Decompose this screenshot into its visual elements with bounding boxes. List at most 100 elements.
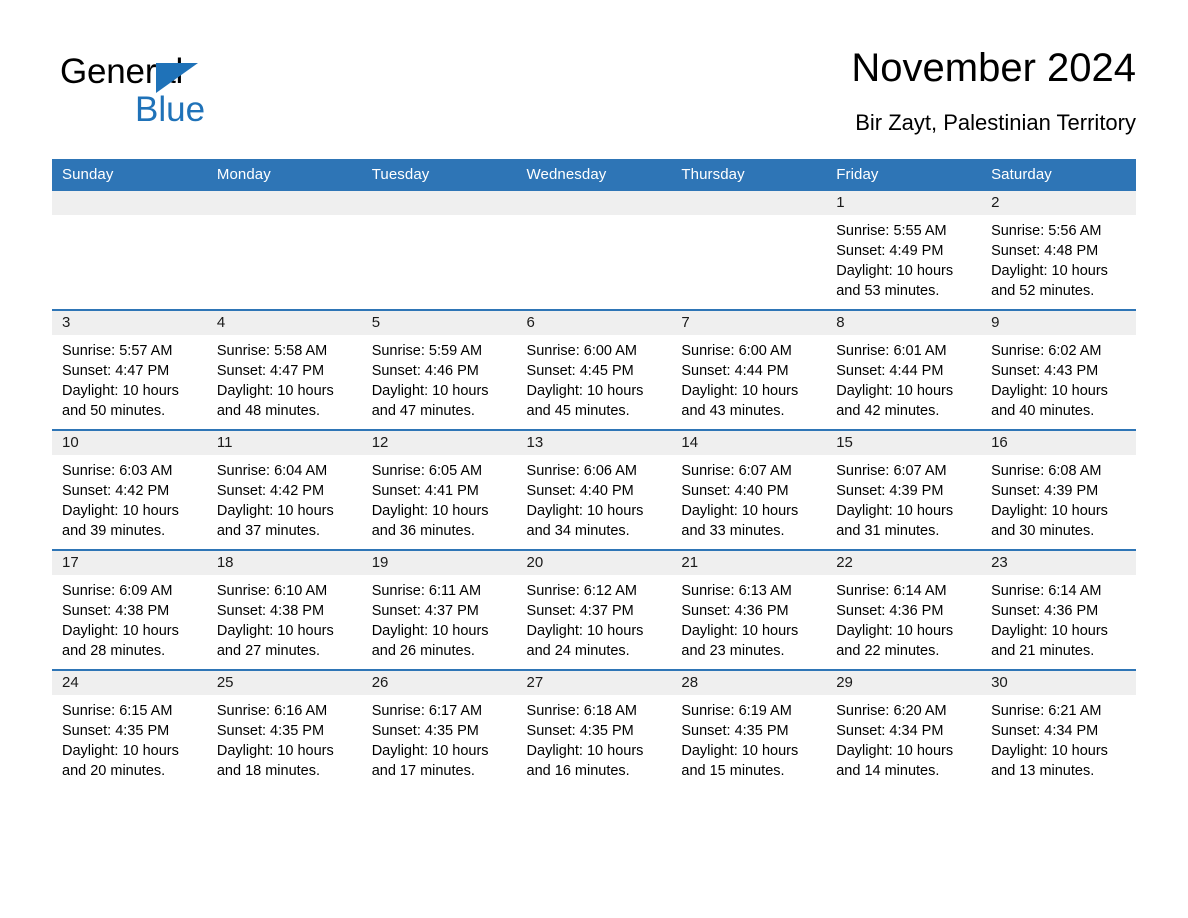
day-details: Sunrise: 6:13 AM Sunset: 4:36 PM Daylight:… <box>671 575 826 661</box>
day-cell[interactable]: 30 Sunrise: 6:21 AM Sunset: 4:34 PM Dayligh… <box>981 669 1136 789</box>
day-number: 15 <box>826 431 982 455</box>
day-cell[interactable]: 21 Sunrise: 6:13 AM Sunset: 4:36 PM Dayligh… <box>671 549 827 670</box>
daylight-text-line1: Daylight: 10 hours <box>62 383 179 399</box>
sunset-text: Sunset: 4:35 PM <box>371 723 479 739</box>
day-cell[interactable]: 7 Sunrise: 6:00 AM Sunset: 4:44 PM Daylight… <box>671 309 827 430</box>
sunrise-text: Sunrise: 5:59 AM <box>371 343 483 359</box>
day-details: Sunrise: 6:14 AM Sunset: 4:36 PM Daylight:… <box>981 575 1136 661</box>
daylight-text-line2: and 23 minutes. <box>681 643 785 659</box>
sunset-text: Sunset: 4:37 PM <box>371 603 479 619</box>
sunrise-text: Sunrise: 6:07 AM <box>681 463 792 479</box>
daylight-text-line1: Daylight: 10 hours <box>371 623 489 639</box>
day-cell[interactable]: 16 Sunrise: 6:08 AM Sunset: 4:39 PM Dayligh… <box>981 429 1136 550</box>
day-number <box>516 191 672 215</box>
day-cell[interactable]: 23 Sunrise: 6:14 AM Sunset: 4:36 PM Dayligh… <box>981 549 1136 670</box>
day-details: Sunrise: 5:57 AM Sunset: 4:47 PM Daylight:… <box>52 335 207 421</box>
day-cell[interactable]: 11 Sunrise: 6:04 AM Sunset: 4:42 PM Dayligh… <box>206 429 362 550</box>
day-cell[interactable] <box>516 191 672 310</box>
day-cell[interactable]: 13 Sunrise: 6:06 AM Sunset: 4:40 PM Dayligh… <box>516 429 672 550</box>
day-number: 3 <box>52 311 207 335</box>
daylight-text-line1: Daylight: 10 hours <box>526 743 644 759</box>
sunrise-text: Sunrise: 6:09 AM <box>62 583 173 599</box>
daylight-text-line2: and 43 minutes. <box>681 403 785 419</box>
sunset-text: Sunset: 4:38 PM <box>216 603 325 619</box>
sunset-text: Sunset: 4:49 PM <box>836 243 944 259</box>
sunset-text: Sunset: 4:45 PM <box>526 363 634 379</box>
sunset-text: Sunset: 4:34 PM <box>836 723 944 739</box>
day-number: 27 <box>516 671 672 695</box>
day-cell[interactable]: 4 Sunrise: 5:58 AM Sunset: 4:47 PM Daylight… <box>206 309 362 430</box>
daylight-text-line2: and 22 minutes. <box>836 643 940 659</box>
sunrise-text: Sunrise: 6:03 AM <box>62 463 173 479</box>
day-cell[interactable] <box>671 191 827 310</box>
day-number: 21 <box>671 551 827 575</box>
day-details <box>52 215 207 221</box>
weekday-header-friday: Friday <box>826 159 982 191</box>
day-number: 2 <box>981 191 1136 215</box>
sunrise-text: Sunrise: 6:10 AM <box>216 583 328 599</box>
day-cell[interactable]: 25 Sunrise: 6:16 AM Sunset: 4:35 PM Dayligh… <box>206 669 362 789</box>
day-cell[interactable]: 14 Sunrise: 6:07 AM Sunset: 4:40 PM Dayligh… <box>671 429 827 550</box>
sunrise-text: Sunrise: 6:06 AM <box>526 463 637 479</box>
daylight-text-line2: and 42 minutes. <box>836 403 940 419</box>
day-cell[interactable]: 18 Sunrise: 6:10 AM Sunset: 4:38 PM Dayligh… <box>206 549 362 670</box>
daylight-text-line2: and 28 minutes. <box>62 643 166 659</box>
day-cell[interactable]: 8 Sunrise: 6:01 AM Sunset: 4:44 PM Daylight… <box>826 309 982 430</box>
daylight-text-line2: and 16 minutes. <box>526 763 630 779</box>
day-details <box>671 215 826 221</box>
day-cell[interactable]: 2 Sunrise: 5:56 AM Sunset: 4:48 PM Daylight… <box>981 191 1136 310</box>
sunset-text: Sunset: 4:39 PM <box>836 483 944 499</box>
weekday-header-wednesday: Wednesday <box>516 159 672 191</box>
day-cell[interactable]: 19 Sunrise: 6:11 AM Sunset: 4:37 PM Dayligh… <box>361 549 517 670</box>
day-cell[interactable]: 26 Sunrise: 6:17 AM Sunset: 4:35 PM Dayligh… <box>361 669 517 789</box>
sunrise-text: Sunrise: 6:04 AM <box>216 463 328 479</box>
day-cell[interactable]: 29 Sunrise: 6:20 AM Sunset: 4:34 PM Dayligh… <box>826 669 982 789</box>
day-cell[interactable] <box>52 191 207 310</box>
day-cell[interactable]: 3 Sunrise: 5:57 AM Sunset: 4:47 PM Daylight… <box>52 309 207 430</box>
day-details <box>207 215 362 221</box>
day-cell[interactable]: 15 Sunrise: 6:07 AM Sunset: 4:39 PM Dayligh… <box>826 429 982 550</box>
day-cell[interactable]: 5 Sunrise: 5:59 AM Sunset: 4:46 PM Daylight… <box>361 309 517 430</box>
sunrise-text: Sunrise: 6:20 AM <box>836 703 947 719</box>
day-number: 6 <box>516 311 672 335</box>
day-cell[interactable] <box>361 191 517 310</box>
day-number: 13 <box>516 431 672 455</box>
day-cell[interactable]: 1 Sunrise: 5:55 AM Sunset: 4:49 PM Daylight… <box>826 191 982 310</box>
daylight-text-line2: and 45 minutes. <box>526 403 630 419</box>
day-cell[interactable]: 28 Sunrise: 6:19 AM Sunset: 4:35 PM Dayligh… <box>671 669 827 789</box>
day-number: 12 <box>361 431 517 455</box>
day-cell[interactable]: 17 Sunrise: 6:09 AM Sunset: 4:38 PM Dayligh… <box>52 549 207 670</box>
daylight-text-line1: Daylight: 10 hours <box>991 263 1108 279</box>
sunrise-text: Sunrise: 6:19 AM <box>681 703 792 719</box>
sunrise-text: Sunrise: 6:21 AM <box>991 703 1102 719</box>
page-title: November 2024 <box>851 46 1136 90</box>
weekday-header-tuesday: Tuesday <box>361 159 517 191</box>
day-details: Sunrise: 6:12 AM Sunset: 4:37 PM Daylight:… <box>517 575 672 661</box>
day-details: Sunrise: 6:19 AM Sunset: 4:35 PM Daylight:… <box>671 695 826 781</box>
day-cell[interactable]: 6 Sunrise: 6:00 AM Sunset: 4:45 PM Daylight… <box>516 309 672 430</box>
day-cell[interactable]: 10 Sunrise: 6:03 AM Sunset: 4:42 PM Dayligh… <box>52 429 207 550</box>
day-details: Sunrise: 6:00 AM Sunset: 4:45 PM Daylight:… <box>517 335 672 421</box>
day-cell[interactable]: 9 Sunrise: 6:02 AM Sunset: 4:43 PM Daylight… <box>981 309 1136 430</box>
day-cell[interactable] <box>206 191 362 310</box>
calendar-body: 1 Sunrise: 5:55 AM Sunset: 4:49 PM Daylight… <box>52 191 1136 789</box>
day-cell[interactable]: 27 Sunrise: 6:18 AM Sunset: 4:35 PM Dayligh… <box>516 669 672 789</box>
day-details: Sunrise: 6:18 AM Sunset: 4:35 PM Daylight:… <box>517 695 672 781</box>
day-number: 30 <box>981 671 1136 695</box>
sunrise-text: Sunrise: 6:15 AM <box>62 703 173 719</box>
daylight-text-line2: and 33 minutes. <box>681 523 785 539</box>
daylight-text-line1: Daylight: 10 hours <box>836 743 954 759</box>
general-blue-logo[interactable]: General Blue <box>60 52 320 142</box>
week-row: 10 Sunrise: 6:03 AM Sunset: 4:42 PM Dayligh… <box>52 429 1136 550</box>
sunrise-text: Sunrise: 6:12 AM <box>526 583 637 599</box>
daylight-text-line2: and 20 minutes. <box>62 763 166 779</box>
day-cell[interactable]: 24 Sunrise: 6:15 AM Sunset: 4:35 PM Dayligh… <box>52 669 207 789</box>
sunrise-text: Sunrise: 6:01 AM <box>836 343 947 359</box>
day-cell[interactable]: 22 Sunrise: 6:14 AM Sunset: 4:36 PM Dayligh… <box>826 549 982 670</box>
day-details: Sunrise: 6:20 AM Sunset: 4:34 PM Daylight:… <box>826 695 981 781</box>
title-block: November 2024 Bir Zayt, Palestinian Terr… <box>851 42 1136 138</box>
day-cell[interactable]: 12 Sunrise: 6:05 AM Sunset: 4:41 PM Dayligh… <box>361 429 517 550</box>
day-number: 8 <box>826 311 982 335</box>
day-cell[interactable]: 20 Sunrise: 6:12 AM Sunset: 4:37 PM Dayligh… <box>516 549 672 670</box>
day-number: 19 <box>361 551 517 575</box>
